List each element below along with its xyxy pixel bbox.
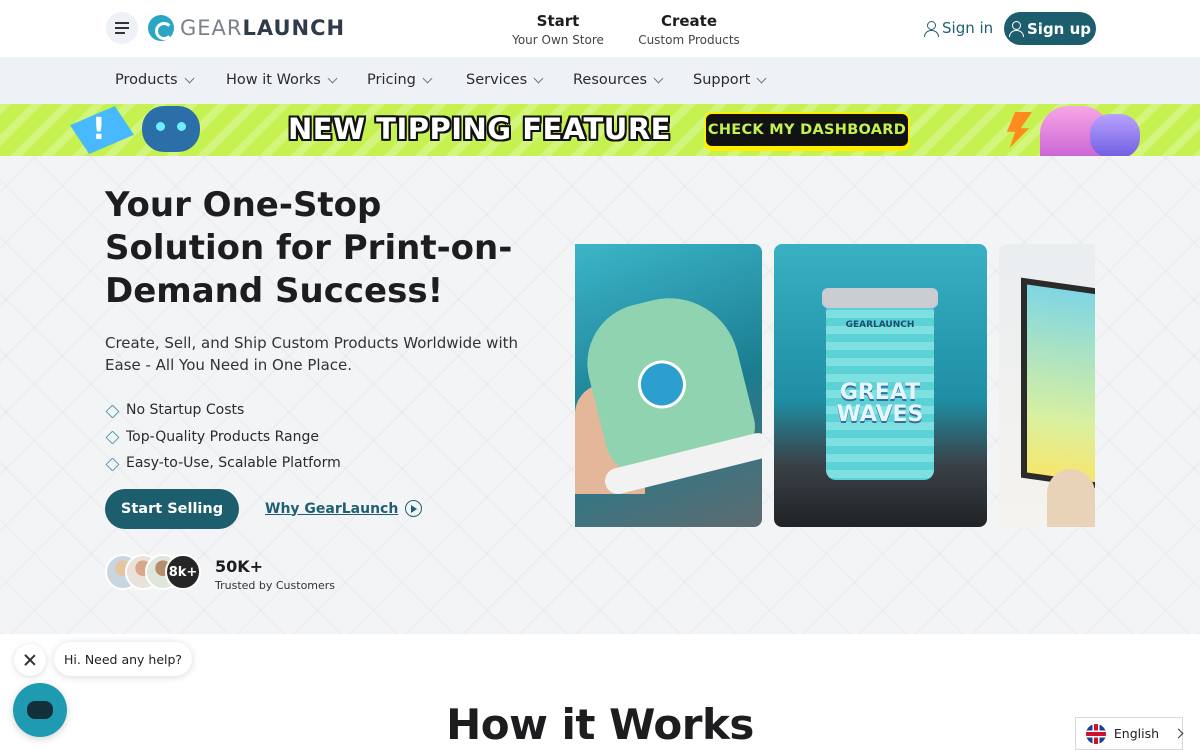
trust-label: Trusted by Customers xyxy=(215,579,336,592)
create-products-subtitle: Custom Products xyxy=(638,33,740,47)
product-card-tumbler[interactable]: GEARLAUNCH GREAT WAVES xyxy=(774,244,987,527)
feature-label: Top-Quality Products Range xyxy=(126,428,319,445)
nav-item-support[interactable]: Support xyxy=(693,72,767,88)
start-store-link[interactable]: Start Your Own Store xyxy=(508,12,608,47)
top-header: GEARLAUNCH Start Your Own Store Create C… xyxy=(0,0,1200,57)
chevron-down-icon xyxy=(533,73,544,83)
hero-title: Your One-Stop Solution for Print-on-Dema… xyxy=(105,185,513,311)
cup-illustration xyxy=(1090,114,1140,156)
promo-banner[interactable]: NEW TIPPING FEATURE CHECK MY DASHBOARD xyxy=(0,104,1200,156)
sign-in-link[interactable]: Sign in xyxy=(924,19,993,37)
user-icon xyxy=(924,20,939,37)
stand-illustration xyxy=(1047,469,1095,527)
tumbler-brand: GEARLAUNCH xyxy=(845,320,915,330)
sign-up-label: Sign up xyxy=(1027,19,1091,38)
logo-icon xyxy=(148,15,174,41)
feature-item: Top-Quality Products Range xyxy=(105,424,341,451)
chevron-down-icon xyxy=(653,73,664,83)
nav-item-pricing[interactable]: Pricing xyxy=(367,72,433,88)
sparkle-icon xyxy=(105,457,118,470)
product-card-poster[interactable] xyxy=(999,244,1095,527)
start-store-subtitle: Your Own Store xyxy=(512,33,604,47)
nav-item-services[interactable]: Services xyxy=(466,72,544,88)
chevron-down-icon xyxy=(327,73,338,83)
framed-poster-image xyxy=(1021,277,1095,491)
chevron-right-icon xyxy=(1173,728,1184,739)
play-icon xyxy=(405,500,423,517)
chevron-down-icon xyxy=(184,73,195,83)
user-icon xyxy=(1009,21,1024,37)
logo-text: GEARLAUNCH xyxy=(180,16,346,40)
tumbler-print-text: GREAT WAVES xyxy=(836,380,924,427)
nav-label: Products xyxy=(115,72,178,88)
feature-label: No Startup Costs xyxy=(126,402,245,419)
chat-close-button[interactable] xyxy=(14,644,46,676)
create-products-link[interactable]: Create Custom Products xyxy=(636,12,742,47)
nav-label: Support xyxy=(693,72,751,88)
check-dashboard-button[interactable]: CHECK MY DASHBOARD xyxy=(704,112,910,148)
trust-number: 50K+ xyxy=(215,557,264,576)
nav-label: Pricing xyxy=(367,72,416,88)
why-gearlaunch-label: Why GearLaunch xyxy=(265,500,399,517)
nav-label: How it Works xyxy=(226,72,321,88)
tumbler-image: GEARLAUNCH GREAT WAVES xyxy=(822,288,938,480)
nav-item-how-it-works[interactable]: How it Works xyxy=(226,72,338,88)
nav-label: Resources xyxy=(573,72,648,88)
sparkle-icon xyxy=(105,430,118,443)
close-icon xyxy=(24,654,36,666)
language-selector[interactable]: English xyxy=(1075,717,1184,750)
feature-item: No Startup Costs xyxy=(105,397,341,424)
feature-item: Easy-to-Use, Scalable Platform xyxy=(105,450,341,477)
uk-flag-icon xyxy=(1086,723,1106,744)
feature-list: No Startup Costs Top-Quality Products Ra… xyxy=(105,397,341,477)
lightning-icon xyxy=(1006,112,1032,148)
sign-up-button[interactable]: Sign up xyxy=(1004,12,1096,45)
create-products-title: Create xyxy=(660,12,718,30)
customer-avatars: 8k+ xyxy=(105,554,201,590)
robot-mascot-illustration xyxy=(70,104,220,156)
start-selling-button[interactable]: Start Selling xyxy=(105,489,239,529)
banner-decoration xyxy=(1000,104,1160,156)
menu-icon[interactable] xyxy=(106,12,138,44)
nav-label: Services xyxy=(466,72,528,88)
sign-in-label: Sign in xyxy=(942,19,994,37)
language-label: English xyxy=(1113,726,1160,741)
exclamation-burst-icon xyxy=(70,106,134,154)
why-gearlaunch-link[interactable]: Why GearLaunch xyxy=(265,500,423,517)
trust-stat: 50K+ Trusted by Customers xyxy=(215,557,335,592)
product-card-sneaker[interactable] xyxy=(575,244,762,527)
start-store-title: Start xyxy=(536,12,580,30)
how-it-works-title: How it Works xyxy=(446,700,754,749)
main-nav: Products How it Works Pricing Services R… xyxy=(0,57,1200,104)
gearlaunch-logo[interactable]: GEARLAUNCH xyxy=(148,15,345,41)
nav-item-resources[interactable]: Resources xyxy=(573,72,664,88)
chat-greeting-bubble[interactable]: Hi. Need any help? xyxy=(54,642,193,676)
feature-label: Easy-to-Use, Scalable Platform xyxy=(126,455,341,472)
banner-title: NEW TIPPING FEATURE xyxy=(288,112,671,146)
sparkle-icon xyxy=(105,404,118,417)
chevron-down-icon xyxy=(756,73,767,83)
hero-subtitle: Create, Sell, and Ship Custom Products W… xyxy=(105,334,519,374)
robot-head xyxy=(142,106,200,152)
nav-item-products[interactable]: Products xyxy=(115,72,195,88)
chevron-down-icon xyxy=(422,73,433,83)
avatar-count-badge: 8k+ xyxy=(165,554,201,590)
hero-section: Your One-Stop Solution for Print-on-Dema… xyxy=(0,156,1200,634)
